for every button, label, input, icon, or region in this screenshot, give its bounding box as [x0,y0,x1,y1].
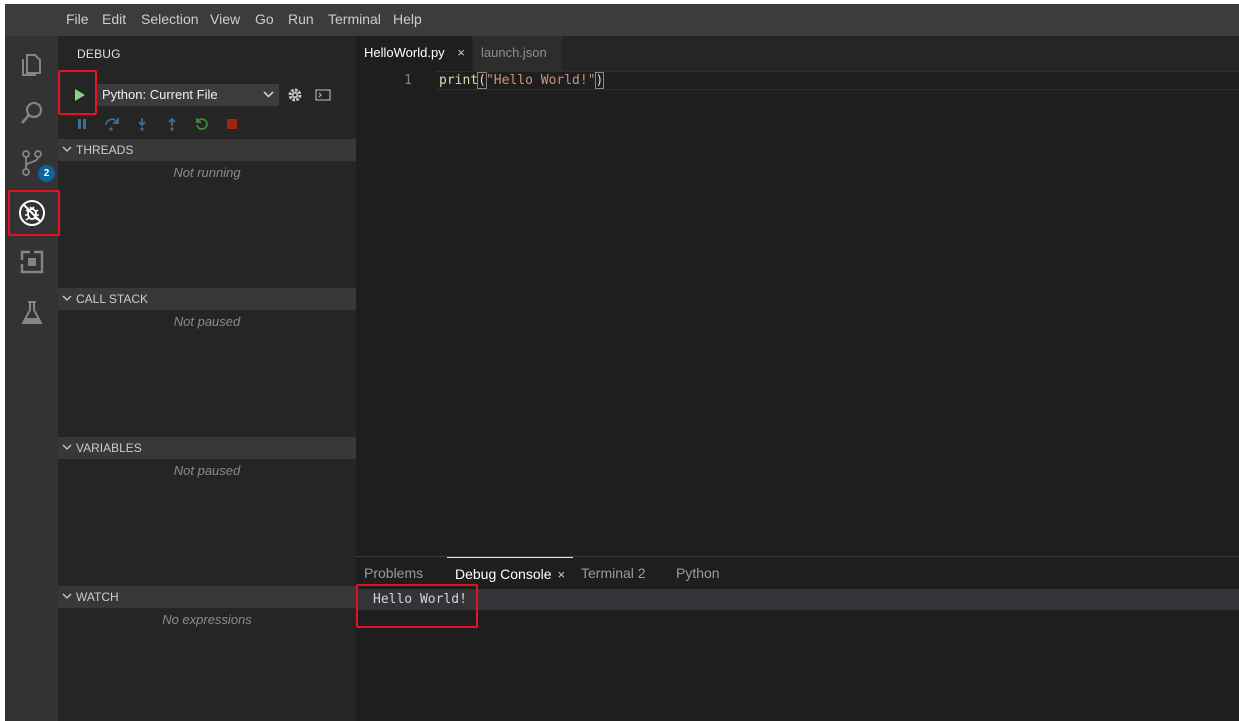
debug-sidebar: DEBUG Python: Current File THREADS Not r… [58,36,356,721]
debug-console-output: Hello World! [356,589,1239,610]
section-call-stack[interactable]: CALL STACK [58,288,356,310]
tab-launch-json[interactable]: launch.json [473,36,562,71]
section-call-stack-label: CALL STACK [76,292,149,306]
terminal-icon [315,89,331,101]
activity-bar: 2 [5,36,58,721]
pause-button[interactable] [73,115,91,133]
menu-terminal[interactable]: Terminal [328,11,381,27]
section-watch-label: WATCH [76,590,119,604]
debug-config-select[interactable]: Python: Current File [97,84,279,106]
testing-button[interactable] [11,292,53,334]
call-stack-message: Not paused [173,314,241,329]
search-button[interactable] [11,92,53,134]
step-over-button[interactable] [103,115,121,133]
debug-icon [19,200,45,226]
watch-message: No expressions [162,612,252,627]
chevron-down-icon [263,85,274,113]
restart-icon [196,118,208,130]
debug-console-button[interactable] [314,85,332,105]
restart-button[interactable] [193,115,211,133]
code-line[interactable]: print("Hello World!") [439,72,605,89]
stop-button[interactable] [223,115,241,133]
section-threads-label: THREADS [76,143,134,157]
menu-help[interactable]: Help [393,11,422,27]
start-debugging-button[interactable] [68,85,92,105]
step-out-icon [168,117,176,131]
panel-tab-problems[interactable]: Problems [364,557,423,589]
variables-message: Not paused [173,463,241,478]
close-icon[interactable]: × [558,567,566,582]
tab-label: launch.json [481,45,547,60]
vscode-window: File Edit Selection View Go Run Terminal… [5,4,1239,721]
menu-bar: File Edit Selection View Go Run Terminal… [5,4,1239,36]
code-string: "Hello World!" [485,73,596,88]
panel-tab-debug-console[interactable]: Debug Console × [447,557,573,589]
extensions-icon [20,250,44,274]
menu-selection[interactable]: Selection [141,11,199,27]
code-editor[interactable]: 1 print("Hello World!") [356,71,1239,556]
testing-flask-icon [21,301,43,324]
menu-go[interactable]: Go [255,11,274,27]
menu-view[interactable]: View [210,11,240,27]
pause-icon [78,119,86,129]
section-variables-label: VARIABLES [76,441,142,455]
menu-run[interactable]: Run [288,11,314,27]
editor-tab-bar: HelloWorld.py × launch.json [356,36,1239,71]
code-paren-open: ( [477,72,487,89]
stop-icon [227,119,237,129]
panel-tab-python[interactable]: Python [676,557,720,589]
gear-icon [288,88,302,102]
section-variables[interactable]: VARIABLES [58,437,356,459]
panel-tab-label: Debug Console [455,566,552,582]
section-threads[interactable]: THREADS [58,139,356,161]
bottom-panel: Problems Debug Console × Terminal 2 Pytho… [356,556,1239,721]
open-launch-json-button[interactable] [286,85,304,105]
threads-message: Not running [173,165,241,180]
step-into-button[interactable] [133,115,151,133]
extensions-button[interactable] [11,241,53,283]
sidebar-title: DEBUG [77,47,121,61]
panel-tab-terminal-2[interactable]: Terminal 2 [581,557,646,589]
debug-button[interactable] [11,192,53,234]
step-out-button[interactable] [163,115,181,133]
search-icon [21,101,43,124]
console-output-text: Hello World! [373,592,467,607]
menu-edit[interactable]: Edit [102,11,126,27]
tab-label: HelloWorld.py [364,45,445,60]
line-number: 1 [404,73,412,88]
step-over-icon [105,118,119,131]
debug-config-value: Python: Current File [102,87,218,102]
menu-file[interactable]: File [66,11,89,27]
code-paren-close: ) [594,72,605,89]
close-icon[interactable]: × [457,36,465,69]
tab-helloworld-py[interactable]: HelloWorld.py × [356,36,472,71]
section-watch[interactable]: WATCH [58,586,356,608]
step-into-icon [138,118,146,131]
source-control-button[interactable]: 2 [11,142,55,184]
play-icon [75,89,85,101]
code-function: print [439,73,479,88]
files-icon [22,54,41,76]
source-control-badge: 2 [38,165,55,182]
explorer-button[interactable] [11,44,53,86]
